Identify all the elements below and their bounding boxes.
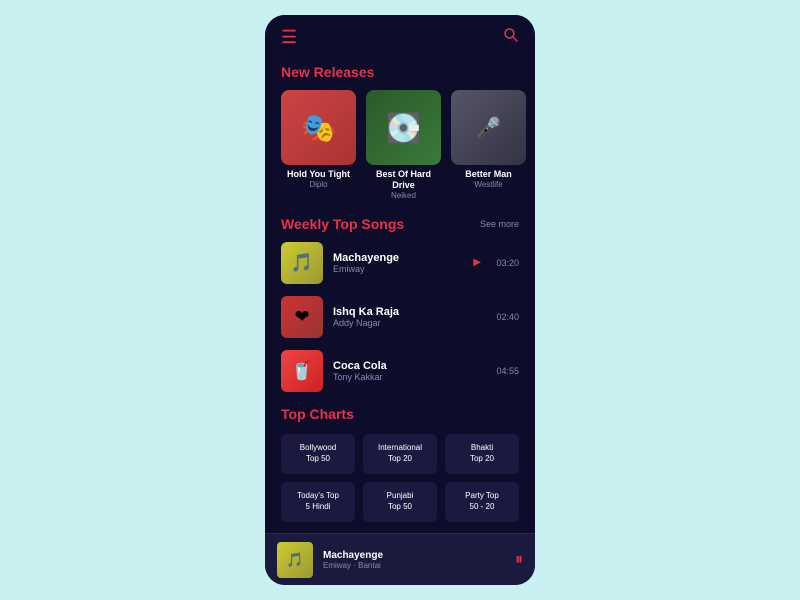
now-playing-thumb	[277, 542, 313, 578]
song-duration-1: 02:40	[491, 312, 519, 322]
chart-label-3: Today's Top5 Hindi	[297, 491, 339, 512]
phone-container: ☰ New Releases Hold You Tight Diplo Best…	[265, 15, 535, 585]
song-row-2[interactable]: Coca Cola Tony Kakkar ▶ 04:55	[265, 344, 535, 398]
release-artist-0: Diplo	[281, 180, 356, 189]
release-name-0: Hold You Tight	[281, 169, 356, 180]
song-info-1: Ishq Ka Raja Addy Nagar	[333, 306, 463, 328]
chart-label-1: InternationalTop 20	[378, 443, 422, 464]
song-row-0[interactable]: Machayenge Emiway ▶ 03:20	[265, 236, 535, 290]
menu-icon[interactable]: ☰	[281, 27, 297, 48]
see-more-link[interactable]: See more	[480, 219, 519, 229]
release-card-0[interactable]: Hold You Tight Diplo	[281, 90, 356, 200]
now-playing-artist: Emiway · Bantai	[323, 561, 505, 570]
chart-label-5: Party Top50 - 20	[465, 491, 499, 512]
release-artist-2: Westlife	[451, 180, 526, 189]
song-title-1: Ishq Ka Raja	[333, 306, 463, 318]
search-icon[interactable]	[503, 27, 519, 48]
song-title-0: Machayenge	[333, 252, 463, 264]
song-thumb-0	[281, 242, 323, 284]
now-playing-title: Machayenge	[323, 550, 505, 561]
top-charts-title: Top Charts	[265, 398, 535, 428]
release-card-1[interactable]: Best Of Hard Drive Neiked	[366, 90, 441, 200]
song-info-2: Coca Cola Tony Kakkar	[333, 360, 463, 382]
song-artist-1: Addy Nagar	[333, 318, 463, 328]
play-icon-0[interactable]: ▶	[473, 257, 481, 268]
chart-btn-3[interactable]: Today's Top5 Hindi	[281, 482, 355, 522]
song-duration-0: 03:20	[491, 258, 519, 268]
release-artist-1: Neiked	[366, 191, 441, 200]
weekly-title: Weekly Top Songs	[281, 216, 404, 232]
release-name-1: Best Of Hard Drive	[366, 169, 441, 191]
new-releases-row: Hold You Tight Diplo Best Of Hard Drive …	[265, 86, 535, 210]
weekly-header: Weekly Top Songs See more	[265, 210, 535, 236]
chart-label-2: BhaktiTop 20	[470, 443, 494, 464]
song-thumb-1	[281, 296, 323, 338]
release-name-2: Better Man	[451, 169, 526, 180]
release-thumb-1	[366, 90, 441, 165]
chart-btn-1[interactable]: InternationalTop 20	[363, 434, 437, 474]
chart-label-4: PunjabiTop 50	[387, 491, 414, 512]
app-header: ☰	[265, 15, 535, 56]
song-artist-2: Tony Kakkar	[333, 372, 463, 382]
now-playing-info: Machayenge Emiway · Bantai	[323, 550, 505, 570]
now-playing-bar: Machayenge Emiway · Bantai ⏸	[265, 533, 535, 585]
pause-button[interactable]: ⏸	[515, 551, 523, 569]
chart-btn-4[interactable]: PunjabiTop 50	[363, 482, 437, 522]
chart-btn-5[interactable]: Party Top50 - 20	[445, 482, 519, 522]
chart-btn-2[interactable]: BhaktiTop 20	[445, 434, 519, 474]
release-thumb-0	[281, 90, 356, 165]
release-card-2[interactable]: Better Man Westlife	[451, 90, 526, 200]
chart-label-0: BollywoodTop 50	[300, 443, 336, 464]
song-info-0: Machayenge Emiway	[333, 252, 463, 274]
main-content: New Releases Hold You Tight Diplo Best O…	[265, 56, 535, 585]
chart-btn-0[interactable]: BollywoodTop 50	[281, 434, 355, 474]
song-row-1[interactable]: Ishq Ka Raja Addy Nagar ▶ 02:40	[265, 290, 535, 344]
charts-grid: BollywoodTop 50 InternationalTop 20 Bhak…	[265, 428, 535, 532]
song-duration-2: 04:55	[491, 366, 519, 376]
release-thumb-2	[451, 90, 526, 165]
new-releases-title: New Releases	[265, 56, 535, 86]
song-title-2: Coca Cola	[333, 360, 463, 372]
song-artist-0: Emiway	[333, 264, 463, 274]
song-thumb-2	[281, 350, 323, 392]
